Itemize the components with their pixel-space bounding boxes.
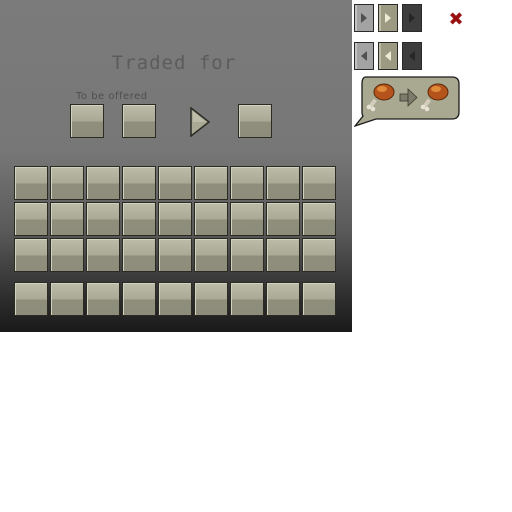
inventory-slot[interactable] <box>158 202 192 236</box>
inventory-slot[interactable] <box>230 238 264 272</box>
inventory-slot[interactable] <box>194 238 228 272</box>
inventory-slot[interactable] <box>158 238 192 272</box>
arrow-left-icon <box>409 51 415 61</box>
inventory-slot[interactable] <box>50 202 84 236</box>
arrow-right-icon <box>409 13 415 23</box>
inventory-slot[interactable] <box>302 202 336 236</box>
next-trade-button-disabled <box>402 4 422 32</box>
inventory-slot[interactable] <box>50 166 84 200</box>
next-trade-button-hover[interactable] <box>378 4 398 32</box>
inventory-slot[interactable] <box>230 202 264 236</box>
hotbar-slot[interactable] <box>86 282 120 316</box>
next-trade-button[interactable] <box>354 4 374 32</box>
trade-title: Traded for <box>111 52 237 74</box>
hotbar-slot[interactable] <box>302 282 336 316</box>
prev-trade-button-disabled <box>402 42 422 70</box>
hotbar-slot[interactable] <box>122 282 156 316</box>
trade-arrow-icon <box>190 107 210 137</box>
prev-trade-button[interactable] <box>354 42 374 70</box>
inventory-slot[interactable] <box>122 238 156 272</box>
inventory-slot[interactable] <box>302 166 336 200</box>
inventory-slot[interactable] <box>194 202 228 236</box>
hotbar-slot[interactable] <box>14 282 48 316</box>
inventory-slot[interactable] <box>266 238 300 272</box>
inventory-slot[interactable] <box>266 166 300 200</box>
arrow-right-icon <box>361 13 367 23</box>
hotbar-slot[interactable] <box>266 282 300 316</box>
inventory-slot[interactable] <box>14 166 48 200</box>
offer-label: To be offered <box>76 91 148 102</box>
inventory-slot[interactable] <box>122 202 156 236</box>
trade-panel: Traded for To be offered <box>0 0 352 332</box>
inventory-slot[interactable] <box>14 202 48 236</box>
arrow-left-icon <box>361 51 367 61</box>
close-icon[interactable]: ✖ <box>448 11 464 29</box>
inventory-slot[interactable] <box>50 238 84 272</box>
offer-slot-2[interactable] <box>122 104 156 138</box>
hotbar-slot[interactable] <box>50 282 84 316</box>
inventory-slot[interactable] <box>302 238 336 272</box>
inventory-slot[interactable] <box>194 166 228 200</box>
inventory-slot[interactable] <box>266 202 300 236</box>
arrow-right-icon <box>385 13 391 23</box>
inventory-slot[interactable] <box>230 166 264 200</box>
hotbar-slot[interactable] <box>194 282 228 316</box>
inventory-slot[interactable] <box>86 166 120 200</box>
result-slot[interactable] <box>238 104 272 138</box>
inventory-slot[interactable] <box>86 202 120 236</box>
inventory-slot[interactable] <box>14 238 48 272</box>
prev-trade-button-hover[interactable] <box>378 42 398 70</box>
inventory-slot[interactable] <box>158 166 192 200</box>
hotbar-slot[interactable] <box>158 282 192 316</box>
inventory-slot[interactable] <box>122 166 156 200</box>
trade-preview-bubble <box>354 76 460 128</box>
arrow-left-icon <box>385 51 391 61</box>
inventory-slot[interactable] <box>86 238 120 272</box>
offer-slot-1[interactable] <box>70 104 104 138</box>
hotbar-slot[interactable] <box>230 282 264 316</box>
